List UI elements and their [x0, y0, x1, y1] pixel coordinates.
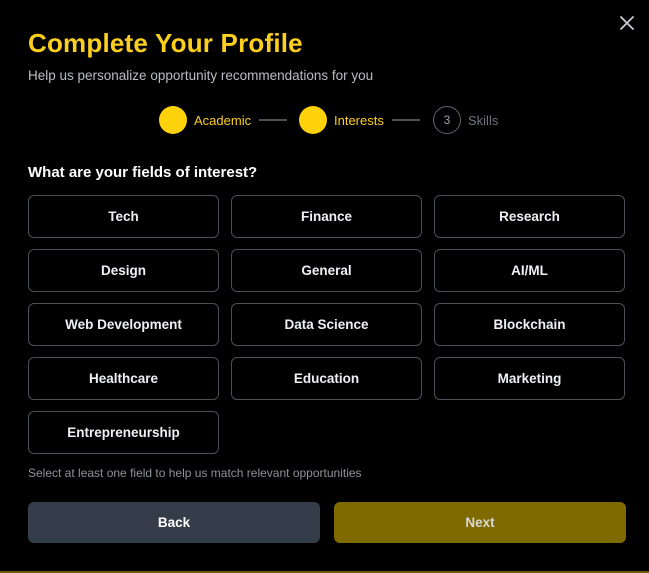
interest-option-data-science[interactable]: Data Science [231, 303, 422, 346]
step-current-indicator [299, 106, 327, 134]
step-skills: 3 Skills [433, 106, 498, 134]
step-number: 3 [433, 106, 461, 134]
interest-option-research[interactable]: Research [434, 195, 625, 238]
step-academic: Academic [159, 106, 251, 134]
next-button[interactable]: Next [334, 502, 626, 543]
helper-text: Select at least one field to help us mat… [28, 466, 362, 480]
interest-option-finance[interactable]: Finance [231, 195, 422, 238]
step-label: Academic [194, 112, 252, 128]
interest-option-ai-ml[interactable]: AI/ML [434, 249, 625, 292]
modal-subtitle: Help us personalize opportunity recommen… [28, 68, 374, 83]
progress-stepper: Academic Interests 3 Skills [0, 106, 649, 134]
interest-option-healthcare[interactable]: Healthcare [28, 357, 219, 400]
interest-option-marketing[interactable]: Marketing [434, 357, 625, 400]
interest-option-tech[interactable]: Tech [28, 195, 219, 238]
step-connector [392, 119, 420, 121]
interest-option-entrepreneurship[interactable]: Entrepreneurship [28, 411, 219, 454]
close-icon[interactable] [618, 14, 636, 32]
step-complete-indicator [159, 106, 187, 134]
modal-title: Complete Your Profile [28, 28, 303, 58]
back-button[interactable]: Back [28, 502, 320, 543]
profile-modal: Complete Your Profile Help us personaliz… [0, 0, 649, 573]
section-question: What are your fields of interest? [28, 164, 258, 181]
step-connector [259, 119, 287, 121]
interest-option-education[interactable]: Education [231, 357, 422, 400]
interest-option-web-development[interactable]: Web Development [28, 303, 219, 346]
interest-options: Tech Finance Research Design General AI/… [28, 195, 626, 454]
interest-option-blockchain[interactable]: Blockchain [434, 303, 625, 346]
step-interests: Interests [299, 106, 384, 134]
step-label: Interests [334, 112, 384, 128]
interest-option-general[interactable]: General [231, 249, 422, 292]
interest-option-design[interactable]: Design [28, 249, 219, 292]
step-label: Skills [468, 112, 499, 128]
